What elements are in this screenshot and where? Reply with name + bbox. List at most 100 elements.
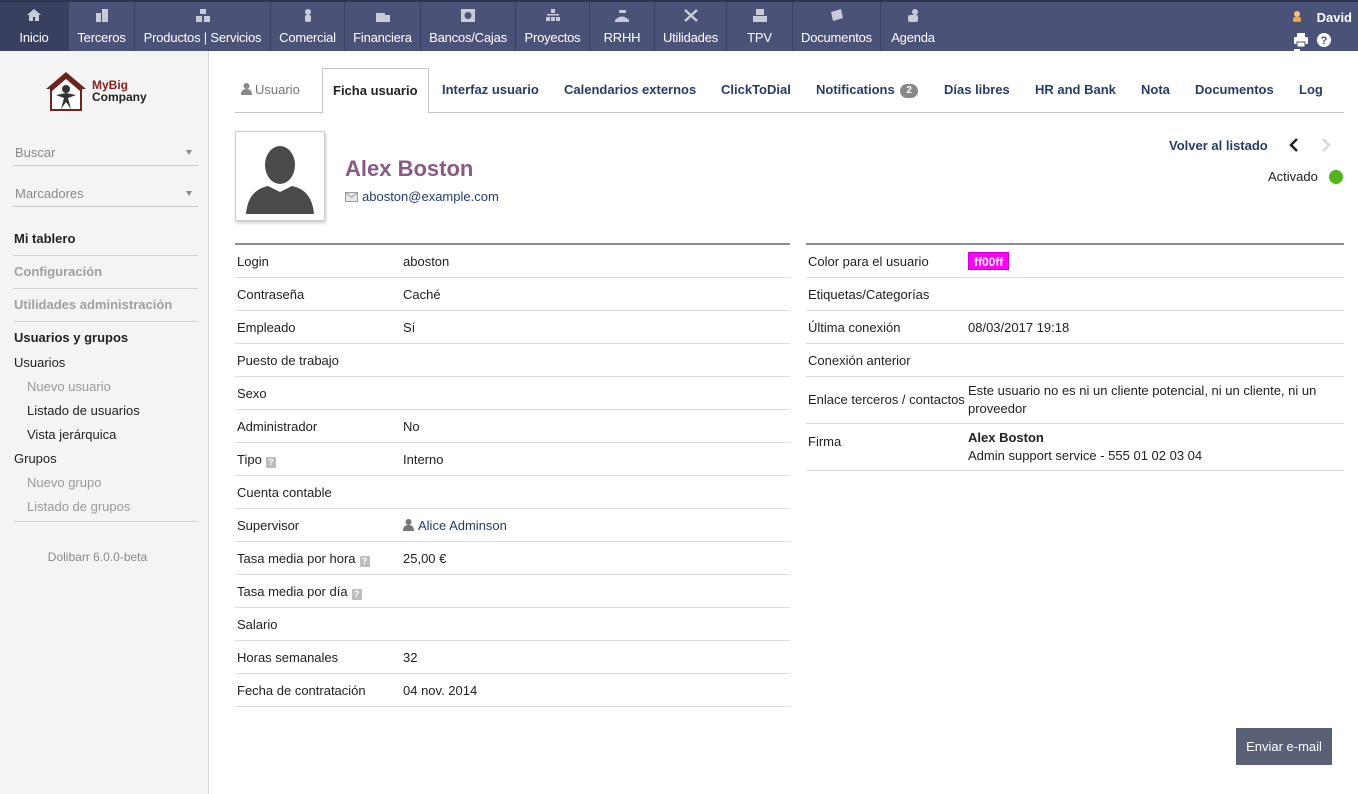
field-value: Sí — [403, 320, 416, 335]
logout-icon[interactable] — [1293, 48, 1309, 64]
commercial-icon — [304, 9, 311, 22]
table-row: Empleado Sí — [235, 311, 790, 344]
tab-note[interactable]: Nota — [1141, 68, 1170, 113]
field-label: Empleado — [237, 320, 296, 335]
menu-item-proyectos[interactable]: Proyectos — [516, 2, 590, 51]
field-value: 25,00 € — [403, 551, 447, 566]
table-row: Tasa media por hora? 25,00 € — [235, 542, 790, 575]
send-email-button[interactable]: Enviar e-mail — [1236, 728, 1332, 765]
user-icon — [403, 519, 414, 531]
sidebar-item-list-users[interactable]: Listado de usuarios — [27, 403, 140, 418]
help-icon[interactable]: ? — [359, 556, 370, 567]
menu-label: Bancos/Cajas — [429, 30, 507, 45]
tab-user[interactable]: Usuario — [241, 68, 300, 113]
sidebar-item-list-groups[interactable]: Listado de grupos — [27, 499, 130, 514]
sidebar-divider — [13, 321, 198, 322]
sidebar-item-groups[interactable]: Grupos — [14, 451, 57, 466]
chevron-down-icon — [186, 150, 192, 155]
user-photo — [235, 131, 325, 221]
field-label: Tasa media por hora — [237, 551, 356, 566]
previous-arrow-icon[interactable] — [1289, 138, 1299, 152]
sidebar-item-config[interactable]: Configuración — [14, 264, 102, 279]
field-label: Tipo — [237, 452, 262, 467]
menu-item-agenda[interactable]: Agenda — [881, 2, 945, 51]
tab-calendars[interactable]: Calendarios externos — [564, 68, 696, 113]
back-to-list-link[interactable]: Volver al listado — [1169, 138, 1268, 153]
hr-icon — [615, 10, 629, 22]
sidebar-item-new-user[interactable]: Nuevo usuario — [27, 379, 111, 394]
user-email[interactable]: aboston@example.com — [345, 189, 499, 204]
menu-label: Terceros — [77, 30, 126, 45]
logo-line2: Company — [92, 90, 147, 104]
table-row: Puesto de trabajo — [235, 344, 790, 377]
table-row: Conexión anterior — [806, 344, 1344, 377]
menu-label: RRHH — [603, 30, 641, 45]
supervisor-name: Alice Adminson — [418, 518, 507, 533]
sidebar-divider — [13, 288, 198, 289]
field-label: Sexo — [237, 386, 267, 401]
company-logo[interactable]: MyBig Company — [44, 69, 164, 113]
field-label: Horas semanales — [237, 650, 339, 665]
notifications-count-badge: 2 — [900, 84, 918, 98]
tab-interface[interactable]: Interfaz usuario — [442, 68, 539, 113]
menu-item-documentos[interactable]: Documentos — [793, 2, 881, 51]
field-value: No — [403, 419, 420, 434]
sidebar-item-admin-tools[interactable]: Utilidades administración — [14, 297, 172, 312]
menu-item-rrhh[interactable]: RRHH — [590, 2, 655, 51]
menu-item-financiera[interactable]: Financiera — [345, 2, 421, 51]
menu-label: Comercial — [279, 30, 336, 45]
user-name[interactable]: David — [1317, 10, 1352, 25]
tab-notifications[interactable]: Notifications 2 — [816, 68, 918, 113]
table-row: Firma Alex Boston Admin support service … — [806, 424, 1344, 471]
tab-bar: Usuario Ficha usuario Interfaz usuario C… — [235, 68, 1344, 114]
menu-label: Documentos — [801, 30, 872, 45]
user-avatar-icon[interactable] — [1292, 11, 1302, 22]
field-value: Caché — [403, 287, 441, 302]
sidebar-item-hierarchy[interactable]: Vista jerárquica — [27, 427, 116, 442]
tab-documents[interactable]: Documentos — [1195, 68, 1274, 113]
mail-icon — [345, 192, 358, 202]
table-row: Última conexión 08/03/2017 19:18 — [806, 311, 1344, 344]
table-row: Salario — [235, 608, 790, 641]
menu-item-terceros[interactable]: Terceros — [69, 2, 135, 51]
print-icon[interactable] — [1293, 32, 1309, 48]
field-label: Enlace terceros / contactos — [808, 392, 965, 407]
help-icon[interactable]: ? — [351, 589, 362, 600]
signature-line: Admin support service - 555 01 02 03 04 — [968, 448, 1203, 463]
menu-item-tpv[interactable]: TPV — [727, 2, 793, 51]
menu-item-productos[interactable]: Productos | Servicios — [135, 2, 271, 51]
search-select[interactable]: Buscar — [13, 140, 198, 166]
help-icon[interactable]: ? — [1316, 32, 1332, 48]
menu-item-bancos[interactable]: Bancos/Cajas — [421, 2, 516, 51]
table-row: Contraseña Caché — [235, 278, 790, 311]
sidebar-item-users-groups[interactable]: Usuarios y grupos — [14, 330, 128, 345]
user-email-text: aboston@example.com — [362, 189, 499, 204]
field-value: Este usuario no es ni un cliente potenci… — [968, 383, 1317, 416]
help-icon[interactable]: ? — [265, 457, 276, 468]
user-full-name: Alex Boston — [345, 156, 474, 181]
tab-hr-bank[interactable]: HR and Bank — [1035, 68, 1116, 113]
sidebar-item-new-group[interactable]: Nuevo grupo — [27, 475, 101, 490]
menu-item-utilidades[interactable]: Utilidades — [655, 2, 727, 51]
field-value: 04 nov. 2014 — [403, 683, 478, 698]
tab-clicktodial[interactable]: ClickToDial — [721, 68, 791, 113]
table-row: Horas semanales 32 — [235, 641, 790, 674]
sidebar-divider — [13, 521, 198, 522]
table-row: Color para el usuario ff00ff — [806, 245, 1344, 278]
bookmarks-select[interactable]: Marcadores — [13, 181, 198, 207]
supervisor-link[interactable]: Alice Adminson — [403, 518, 507, 533]
field-label: Administrador — [237, 419, 318, 434]
tab-card[interactable]: Ficha usuario — [322, 68, 429, 114]
field-value: Interno — [403, 452, 444, 467]
tab-days-off[interactable]: Días libres — [944, 68, 1010, 113]
sidebar-item-users[interactable]: Usuarios — [14, 355, 65, 370]
menu-item-inicio[interactable]: Inicio — [0, 2, 69, 51]
sidebar-item-dashboard[interactable]: Mi tablero — [14, 231, 75, 246]
menu-item-comercial[interactable]: Comercial — [271, 2, 345, 51]
table-row: Cuenta contable — [235, 476, 790, 509]
status-indicator-icon — [1329, 170, 1343, 184]
bank-icon — [461, 9, 475, 22]
tab-log[interactable]: Log — [1299, 68, 1323, 113]
user-icon — [241, 83, 252, 95]
user-extra-fields-table: Color para el usuario ff00ff Etiquetas/C… — [806, 243, 1344, 471]
